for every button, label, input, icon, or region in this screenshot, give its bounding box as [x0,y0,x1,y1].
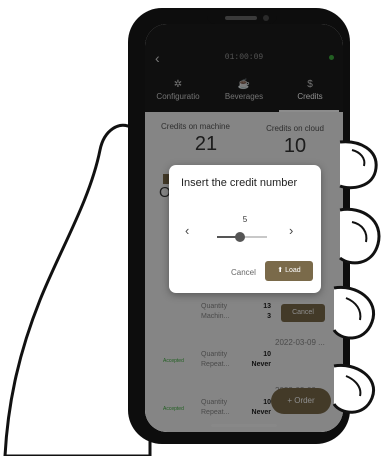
hand-fingers [332,140,381,414]
